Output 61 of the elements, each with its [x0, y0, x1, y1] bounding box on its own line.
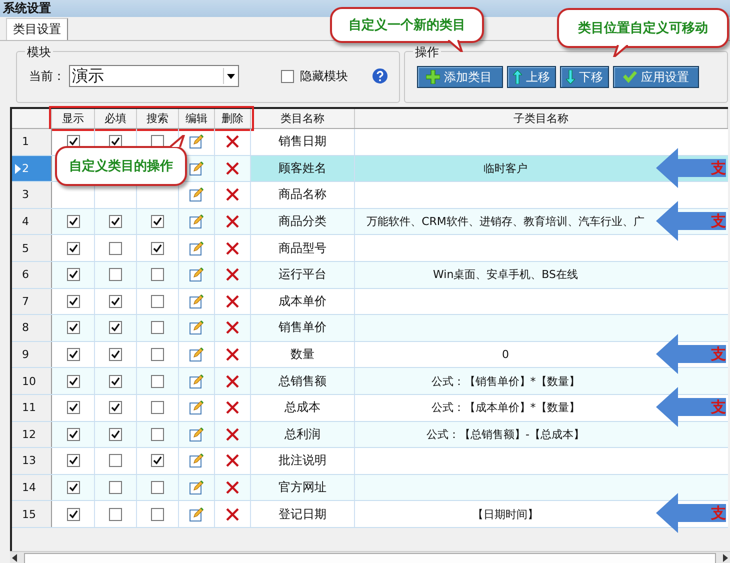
table-cell: 销售日期	[251, 129, 355, 155]
row-header[interactable]: 5	[12, 235, 52, 261]
column-header: 必填	[95, 109, 137, 128]
row-header[interactable]: 11	[12, 394, 52, 421]
table-cell: 临时客户	[484, 160, 528, 176]
apply-button[interactable]: 应用设置	[613, 66, 699, 88]
callout: 自定义一个新的类目	[330, 7, 484, 43]
table-cell: Win桌面、安卓手机、BS在线	[433, 267, 578, 282]
row-header[interactable]: 9	[12, 342, 52, 368]
table-cell: 顾客姓名	[251, 156, 355, 182]
table-cell: 公式：【销售单价】*【数量】	[431, 374, 580, 389]
table-cell: 公式：【总销售额】-【总成本】	[426, 426, 584, 442]
row-header[interactable]: 6	[12, 262, 52, 288]
table-cell: 数量	[251, 342, 355, 368]
row-header[interactable]: 12	[12, 422, 52, 448]
column-header: 子类目名称	[355, 109, 728, 128]
row-header[interactable]: 8	[12, 315, 52, 341]
row-header[interactable]: 13	[12, 448, 52, 474]
table-cell: 商品分类	[251, 208, 355, 234]
table-cell: 0	[502, 348, 509, 362]
table-cell: 官方网址	[251, 474, 355, 500]
row-header[interactable]: 10	[12, 368, 52, 394]
row-header[interactable]: 3	[12, 182, 52, 208]
table-cell: 总成本	[251, 394, 355, 421]
table-cell: 商品型号	[251, 235, 355, 261]
arrow-label: 支	[711, 504, 726, 524]
column-header: 搜索	[137, 109, 179, 128]
up-button[interactable]: 上移	[507, 66, 556, 88]
row-header[interactable]: 15	[12, 501, 52, 527]
table-cell: 总利润	[251, 422, 355, 448]
tab[interactable]: 类目设置	[6, 18, 68, 40]
column-header: 删除	[215, 109, 251, 128]
callout: 自定义类目的操作	[55, 146, 187, 186]
table-cell: 总销售额	[251, 368, 355, 394]
table-cell: 销售单价	[251, 315, 355, 341]
group-title: 操作	[413, 44, 441, 61]
table-cell: 批注说明	[251, 448, 355, 474]
down-button[interactable]: 下移	[560, 66, 609, 88]
column-header: 显示	[52, 109, 95, 128]
row-header[interactable]: 1	[12, 129, 52, 155]
table-cell: 成本单价	[251, 288, 355, 314]
current-label: 当前：	[29, 68, 65, 84]
callout: 类目位置自定义可移动	[557, 8, 729, 48]
row-header[interactable]: 4	[12, 208, 52, 234]
table-cell: 登记日期	[251, 501, 355, 527]
row-header[interactable]: 7	[12, 288, 52, 314]
arrow-label: 支	[711, 212, 726, 231]
table-cell: 商品名称	[251, 182, 355, 208]
arrow-label: 支	[711, 398, 726, 417]
table-cell: 【日期时间】	[472, 506, 538, 522]
add-button[interactable]: 添加类目	[417, 66, 503, 88]
arrow-label: 支	[711, 158, 726, 178]
hide-module-label: 隐藏模块	[300, 68, 348, 84]
column-header: 类目名称	[251, 109, 355, 128]
module-dropdown[interactable]: 演示	[69, 65, 239, 87]
table-cell: 运行平台	[251, 262, 355, 288]
table-cell: 公式：【成本单价】*【数量】	[431, 400, 580, 416]
table-cell: 万能软件、CRM软件、进销存、教育培训、汽车行业、广	[366, 214, 644, 230]
row-header[interactable]: 14	[12, 474, 52, 500]
arrow-label: 支	[711, 344, 726, 364]
column-header: 编辑	[179, 109, 215, 128]
